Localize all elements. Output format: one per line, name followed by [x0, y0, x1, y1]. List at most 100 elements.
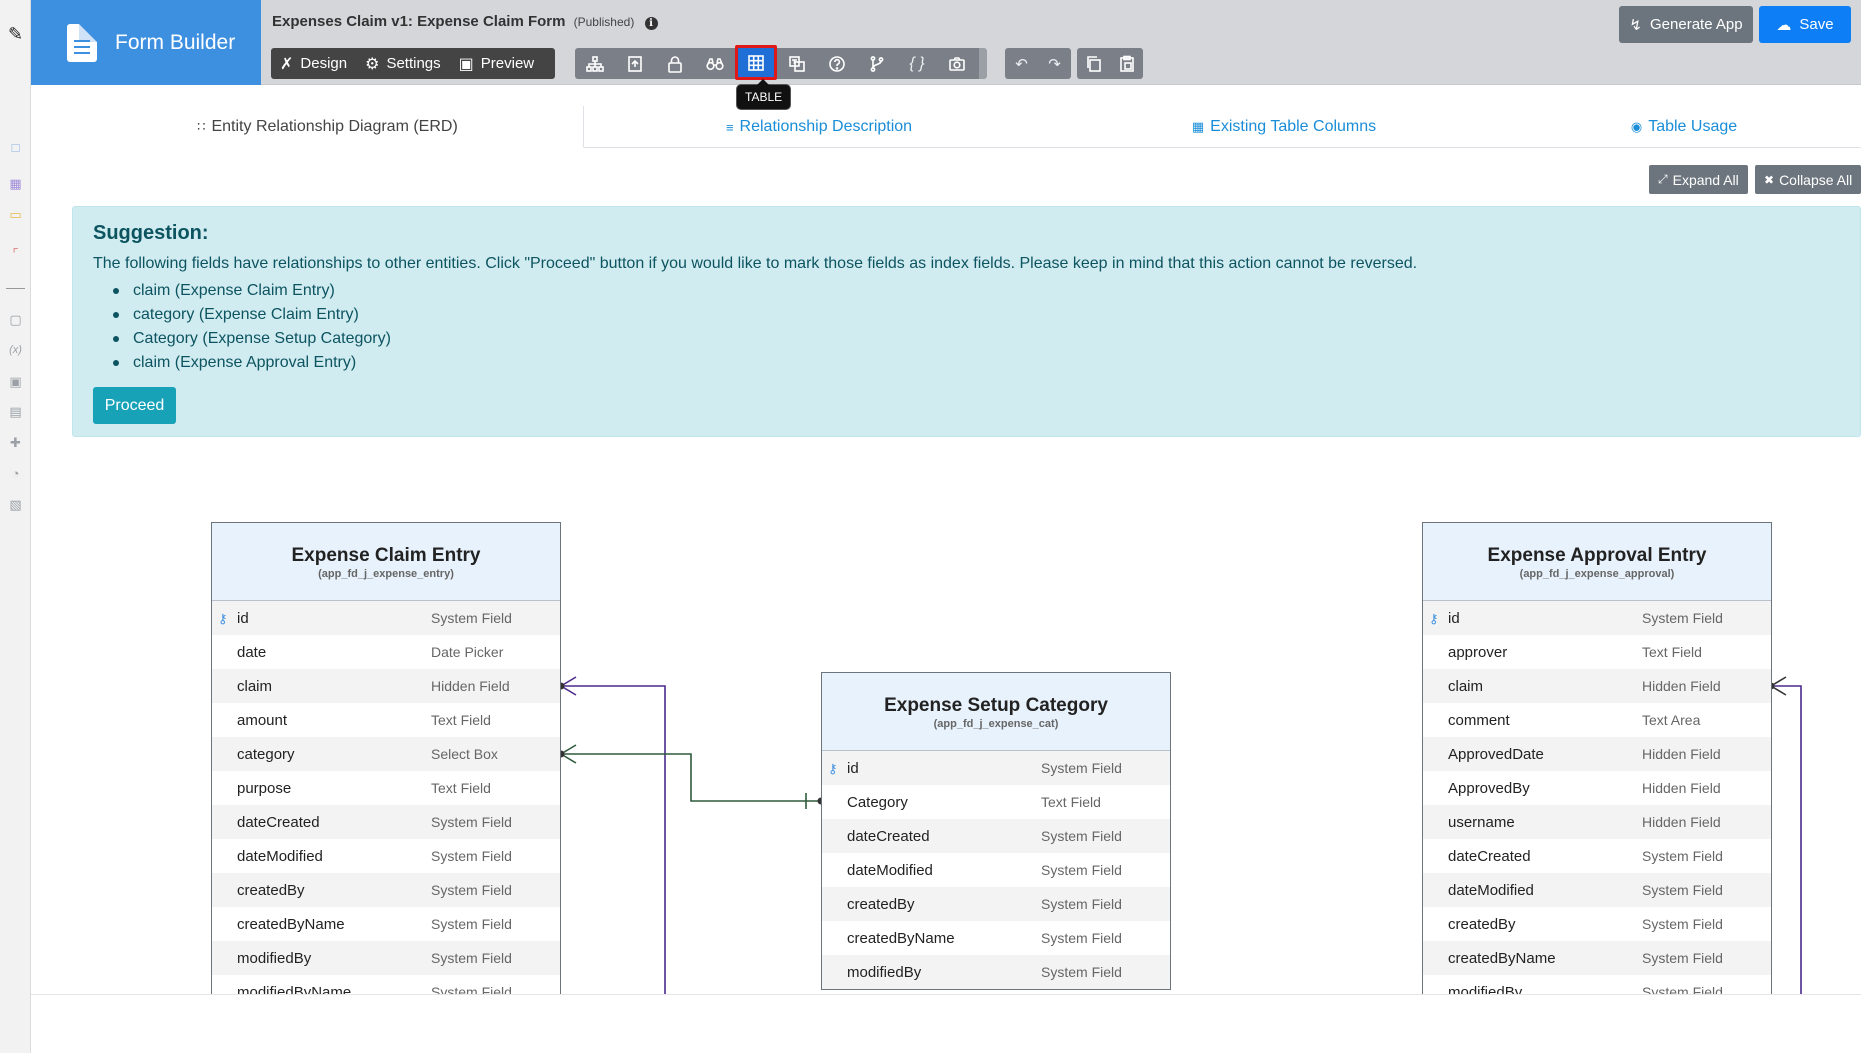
- entity-fields: ⚷ id System Field Category Text Field dateCre…: [822, 751, 1170, 989]
- variable-icon[interactable]: (x): [7, 341, 24, 358]
- toolbar-scroll-arrow[interactable]: [979, 48, 987, 79]
- field-name: createdBy: [237, 881, 305, 899]
- userview-icon[interactable]: ▭: [7, 206, 24, 223]
- entity-fields: ⚷ id System Field approver Text Field claim Hi…: [1423, 601, 1771, 994]
- edit-icon[interactable]: ✎: [7, 24, 24, 44]
- table-row[interactable]: category Select Box: [212, 737, 560, 771]
- table-row[interactable]: claim Hidden Field: [212, 669, 560, 703]
- table-row[interactable]: username Hidden Field: [1423, 805, 1771, 839]
- table-row[interactable]: dateCreated System Field: [212, 805, 560, 839]
- table-row[interactable]: ApprovedBy Hidden Field: [1423, 771, 1771, 805]
- table-row[interactable]: modifiedByName System Field: [212, 975, 560, 995]
- log-icon[interactable]: ▧: [7, 496, 24, 513]
- camera-icon[interactable]: [937, 48, 977, 79]
- table-row[interactable]: dateModified System Field: [1423, 873, 1771, 907]
- mode-button-group: ✗ Design ⚙ Settings ▣ Preview: [271, 48, 555, 79]
- field-type: System Field: [431, 882, 512, 898]
- copy-icon[interactable]: [1077, 48, 1110, 79]
- field-name: claim: [1448, 677, 1484, 695]
- field-name: amount: [237, 711, 288, 729]
- process-icon[interactable]: ⌜: [7, 245, 24, 262]
- table-row[interactable]: Category Text Field: [822, 785, 1170, 819]
- field-name: modifiedByName: [237, 983, 352, 995]
- field-name: username: [1448, 813, 1515, 831]
- upload-form-icon[interactable]: [615, 48, 655, 79]
- field-type: System Field: [1041, 896, 1122, 912]
- table-row[interactable]: createdByName System Field: [1423, 941, 1771, 975]
- collapse-all-button[interactable]: ✖ Collapse All: [1755, 165, 1861, 194]
- list-item: claim (Expense Claim Entry): [111, 279, 1840, 303]
- code-braces-icon[interactable]: { }: [897, 48, 937, 79]
- tab-existing-table-columns[interactable]: ▦ Existing Table Columns: [1054, 106, 1514, 148]
- table-row[interactable]: modifiedBy System Field: [1423, 975, 1771, 995]
- preview-button[interactable]: ▣ Preview: [450, 48, 543, 79]
- table-row[interactable]: ⚷ id System Field: [822, 751, 1170, 785]
- table-row[interactable]: comment Text Area: [1423, 703, 1771, 737]
- entity-expense-claim-entry[interactable]: Expense Claim Entry (app_fd_j_expense_en…: [211, 522, 561, 994]
- generate-app-button[interactable]: ↯ Generate App: [1619, 6, 1753, 43]
- table-row[interactable]: approver Text Field: [1423, 635, 1771, 669]
- brand-bar: Form Builder: [31, 0, 261, 85]
- table-row[interactable]: amount Text Field: [212, 703, 560, 737]
- table-row[interactable]: dateModified System Field: [822, 853, 1170, 887]
- note-icon[interactable]: ▢: [7, 311, 24, 328]
- lock-icon[interactable]: [655, 48, 695, 79]
- redo-icon[interactable]: ↷: [1038, 48, 1071, 79]
- table-row[interactable]: purpose Text Field: [212, 771, 560, 805]
- table-row[interactable]: createdByName System Field: [822, 921, 1170, 955]
- field-name: dateCreated: [1448, 847, 1531, 865]
- bolt-icon: ↯: [1629, 16, 1642, 34]
- table-icon[interactable]: [735, 45, 777, 80]
- table-row[interactable]: ApprovedDate Hidden Field: [1423, 737, 1771, 771]
- expand-all-button[interactable]: ⤢ Expand All: [1649, 165, 1748, 194]
- binoculars-icon[interactable]: [695, 48, 735, 79]
- datalist-icon[interactable]: ▦: [7, 175, 24, 192]
- tab-relationship-description[interactable]: ≡ Relationship Description: [584, 106, 1054, 148]
- suggestion-text: The following fields have relationships …: [93, 255, 1418, 272]
- entity-name: Expense Claim Entry: [291, 545, 481, 566]
- proceed-button[interactable]: Proceed: [93, 387, 176, 424]
- field-type: System Field: [1041, 862, 1122, 878]
- table-row[interactable]: claim Hidden Field: [1423, 669, 1771, 703]
- field-name: ApprovedBy: [1448, 779, 1530, 797]
- plugin-icon[interactable]: ✚: [7, 434, 24, 451]
- tab-table-usage[interactable]: ◉ Table Usage: [1514, 106, 1854, 148]
- table-row[interactable]: date Date Picker: [212, 635, 560, 669]
- info-icon[interactable]: i: [644, 17, 658, 30]
- table-row[interactable]: createdBy System Field: [212, 873, 560, 907]
- field-type: System Field: [431, 984, 512, 994]
- table-row[interactable]: createdByName System Field: [212, 907, 560, 941]
- field-type: Text Field: [431, 780, 491, 796]
- table-row[interactable]: dateCreated System Field: [822, 819, 1170, 853]
- design-icon: ✗: [280, 55, 294, 73]
- performance-icon[interactable]: ◔: [7, 465, 24, 482]
- save-button[interactable]: ☁ Save: [1759, 6, 1851, 43]
- resource-icon[interactable]: ▣: [7, 373, 24, 390]
- entity-fields: ⚷ id System Field date Date Picker claim Hidde…: [212, 601, 560, 994]
- entity-expense-setup-category[interactable]: Expense Setup Category (app_fd_j_expense…: [821, 672, 1171, 990]
- table-row[interactable]: ⚷ id System Field: [212, 601, 560, 635]
- branch-icon[interactable]: [857, 48, 897, 79]
- translate-icon[interactable]: [777, 48, 817, 79]
- table-row[interactable]: dateModified System Field: [212, 839, 560, 873]
- entity-expense-approval-entry[interactable]: Expense Approval Entry (app_fd_j_expense…: [1422, 522, 1772, 994]
- table-row[interactable]: modifiedBy System Field: [822, 955, 1170, 989]
- form-icon[interactable]: □: [7, 139, 24, 156]
- settings-button[interactable]: ⚙ Settings: [356, 48, 450, 79]
- paste-icon[interactable]: [1110, 48, 1143, 79]
- undo-icon[interactable]: ↶: [1005, 48, 1038, 79]
- field-name: dateCreated: [237, 813, 320, 831]
- file-icon[interactable]: ▤: [7, 403, 24, 420]
- tree-icon[interactable]: [575, 48, 615, 79]
- field-type: System Field: [1642, 882, 1723, 898]
- field-name: category: [237, 745, 295, 763]
- table-row[interactable]: createdBy System Field: [1423, 907, 1771, 941]
- table-row[interactable]: dateCreated System Field: [1423, 839, 1771, 873]
- help-icon[interactable]: [817, 48, 857, 79]
- tab-erd[interactable]: ∷ Entity Relationship Diagram (ERD): [72, 106, 584, 148]
- table-row[interactable]: ⚷ id System Field: [1423, 601, 1771, 635]
- table-row[interactable]: createdBy System Field: [822, 887, 1170, 921]
- list-item: claim (Expense Approval Entry): [111, 351, 1840, 375]
- design-button[interactable]: ✗ Design: [271, 48, 356, 79]
- table-row[interactable]: modifiedBy System Field: [212, 941, 560, 975]
